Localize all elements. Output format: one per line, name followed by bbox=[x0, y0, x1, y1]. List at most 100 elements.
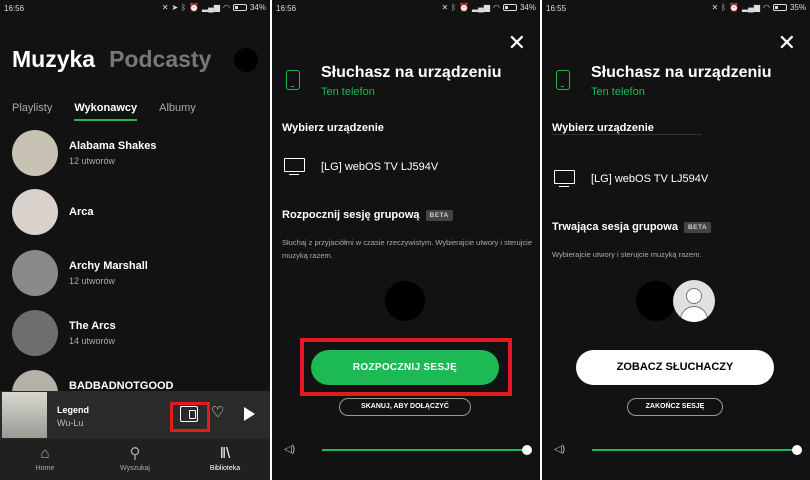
tab-podcasts[interactable]: Podcasty bbox=[109, 46, 211, 72]
end-session-button[interactable]: ZAKOŃCZ SESJĘ bbox=[627, 398, 723, 416]
scan-to-join-button[interactable]: SKANUJ, ABY DOŁĄCZYĆ bbox=[339, 398, 471, 416]
tv-icon[interactable] bbox=[554, 170, 575, 187]
battery-icon bbox=[502, 4, 517, 11]
signal-icon: ▂▄▆ bbox=[472, 3, 490, 12]
group-session-title: Rozpocznij sesję grupową bbox=[282, 209, 420, 221]
volume-slider[interactable] bbox=[592, 445, 802, 455]
volume-icon: ◁) bbox=[554, 444, 566, 455]
group-session-heading: Rozpocznij sesję grupową BETA bbox=[282, 209, 453, 221]
user-avatar bbox=[636, 281, 676, 321]
battery-percent: 35% bbox=[789, 3, 806, 12]
wifi-icon: ◠ bbox=[493, 3, 500, 12]
guest-avatar-icon bbox=[673, 280, 715, 322]
home-icon: ⌂ bbox=[40, 445, 50, 462]
close-icon[interactable]: ✕ bbox=[778, 32, 796, 54]
library-icon: ‖\ bbox=[219, 445, 231, 462]
subtab-albums[interactable]: Albumy bbox=[159, 102, 196, 121]
tab-music[interactable]: Muzyka bbox=[12, 46, 95, 72]
mute-icon: ✕ bbox=[441, 3, 449, 12]
device-tv[interactable]: [LG] webOS TV LJ594V bbox=[591, 173, 708, 185]
play-icon[interactable] bbox=[244, 407, 255, 421]
choose-device-heading: Wybierz urządzenie bbox=[552, 122, 654, 134]
status-bar: 16:56 ✕ ᛒ ⏰ ▂▄▆ ◠ 34% bbox=[272, 0, 540, 18]
artist-photo bbox=[12, 189, 58, 235]
tv-icon[interactable] bbox=[284, 158, 305, 175]
volume-slider[interactable] bbox=[322, 445, 532, 455]
status-time: 16:56 bbox=[276, 4, 297, 13]
beta-badge: BETA bbox=[425, 209, 453, 221]
nav-library[interactable]: ‖\ Biblioteka bbox=[180, 439, 270, 480]
status-bar: 16:56 ✕ ➤ ᛒ ⏰ ▂▄▆ ◠ 34% bbox=[0, 0, 270, 18]
subtab-artists[interactable]: Wykonawcy bbox=[74, 102, 138, 121]
battery-percent: 34% bbox=[519, 3, 536, 12]
status-bar: 16:55 ✕ ᛒ ⏰ ▂▄▆ ◠ 35% bbox=[542, 0, 810, 18]
status-time: 16:56 bbox=[4, 4, 25, 13]
battery-icon bbox=[772, 4, 787, 11]
wifi-icon: ◠ bbox=[223, 3, 230, 12]
mute-icon: ✕ bbox=[711, 3, 719, 12]
profile-avatar[interactable] bbox=[234, 48, 258, 72]
mini-player[interactable]: Legend Wu-Lu ♡ bbox=[0, 391, 270, 439]
volume-icon: ◁) bbox=[284, 444, 296, 455]
volume-knob[interactable] bbox=[792, 445, 802, 455]
nav-home[interactable]: ⌂ Home bbox=[0, 439, 90, 480]
artist-photo bbox=[12, 250, 58, 296]
signal-icon: ▂▄▆ bbox=[202, 3, 220, 12]
current-device: Ten telefon bbox=[591, 86, 645, 98]
current-device: Ten telefon bbox=[321, 86, 375, 98]
subtab-playlists[interactable]: Playlisty bbox=[12, 102, 52, 121]
location-icon: ➤ bbox=[171, 3, 179, 12]
connect-screen-active: 16:55 ✕ ᛒ ⏰ ▂▄▆ ◠ 35% ✕ Słuchasz na urzą… bbox=[542, 0, 810, 480]
track-count: 14 utworów bbox=[69, 336, 116, 346]
artist-photo bbox=[12, 310, 58, 356]
now-playing-title: Legend bbox=[57, 405, 90, 415]
group-session-heading: Trwająca sesja grupowa BETA bbox=[552, 221, 712, 233]
divider bbox=[552, 134, 702, 135]
wifi-icon: ◠ bbox=[763, 3, 770, 12]
choose-device-heading: Wybierz urządzenie bbox=[282, 122, 384, 134]
mute-icon: ✕ bbox=[161, 3, 169, 12]
artist-photo bbox=[12, 130, 58, 176]
volume-knob[interactable] bbox=[522, 445, 532, 455]
battery-icon bbox=[232, 4, 247, 11]
phone-icon bbox=[556, 70, 570, 90]
close-icon[interactable]: ✕ bbox=[508, 32, 526, 54]
group-session-description: Słuchaj z przyjaciółmi w czasie rzeczywi… bbox=[282, 238, 532, 260]
bluetooth-icon: ᛒ bbox=[451, 3, 457, 12]
library-subtabs: Playlisty Wykonawcy Albumy bbox=[12, 102, 196, 121]
user-avatar bbox=[385, 281, 425, 321]
highlight-box bbox=[300, 338, 512, 396]
artist-name: The Arcs bbox=[69, 320, 116, 332]
alarm-icon: ⏰ bbox=[459, 3, 470, 12]
bluetooth-icon: ᛒ bbox=[721, 3, 727, 12]
track-count: 12 utworów bbox=[69, 276, 116, 286]
alarm-icon: ⏰ bbox=[729, 3, 740, 12]
library-screen: 16:56 ✕ ➤ ᛒ ⏰ ▂▄▆ ◠ 34% Muzyka Podcasty P… bbox=[0, 0, 270, 480]
heart-icon[interactable]: ♡ bbox=[211, 403, 224, 421]
list-item[interactable]: Archy Marshall 12 utworów bbox=[12, 250, 148, 296]
nav-label: Home bbox=[35, 465, 55, 472]
group-session-description: Wybierajcie utwory i sterujcie muzyką ra… bbox=[552, 250, 702, 259]
signal-icon: ▂▄▆ bbox=[742, 3, 760, 12]
list-item[interactable]: Arca bbox=[12, 189, 93, 235]
listening-title: Słuchasz na urządzeniu bbox=[321, 64, 502, 81]
bottom-nav: ⌂ Home ⚲ Wyszukaj ‖\ Biblioteka bbox=[0, 439, 270, 480]
status-time: 16:55 bbox=[546, 4, 567, 13]
nav-search[interactable]: ⚲ Wyszukaj bbox=[90, 439, 180, 480]
list-item[interactable]: Alabama Shakes 12 utworów bbox=[12, 130, 156, 176]
artist-name: Alabama Shakes bbox=[69, 140, 157, 152]
alarm-icon: ⏰ bbox=[189, 3, 200, 12]
search-icon: ⚲ bbox=[129, 445, 141, 462]
battery-percent: 34% bbox=[249, 3, 266, 12]
track-count: 12 utworów bbox=[69, 156, 116, 166]
beta-badge: BETA bbox=[683, 221, 712, 233]
phone-icon bbox=[286, 70, 300, 90]
listening-title: Słuchasz na urządzeniu bbox=[591, 64, 772, 81]
device-tv[interactable]: [LG] webOS TV LJ594V bbox=[321, 161, 438, 173]
nav-label: Biblioteka bbox=[209, 465, 241, 472]
library-header: Muzyka Podcasty bbox=[12, 46, 211, 73]
album-cover bbox=[2, 392, 47, 438]
view-listeners-button[interactable]: ZOBACZ SŁUCHACZY bbox=[576, 350, 774, 385]
now-playing-artist: Wu-Lu bbox=[57, 418, 84, 428]
list-item[interactable]: The Arcs 14 utworów bbox=[12, 310, 116, 356]
